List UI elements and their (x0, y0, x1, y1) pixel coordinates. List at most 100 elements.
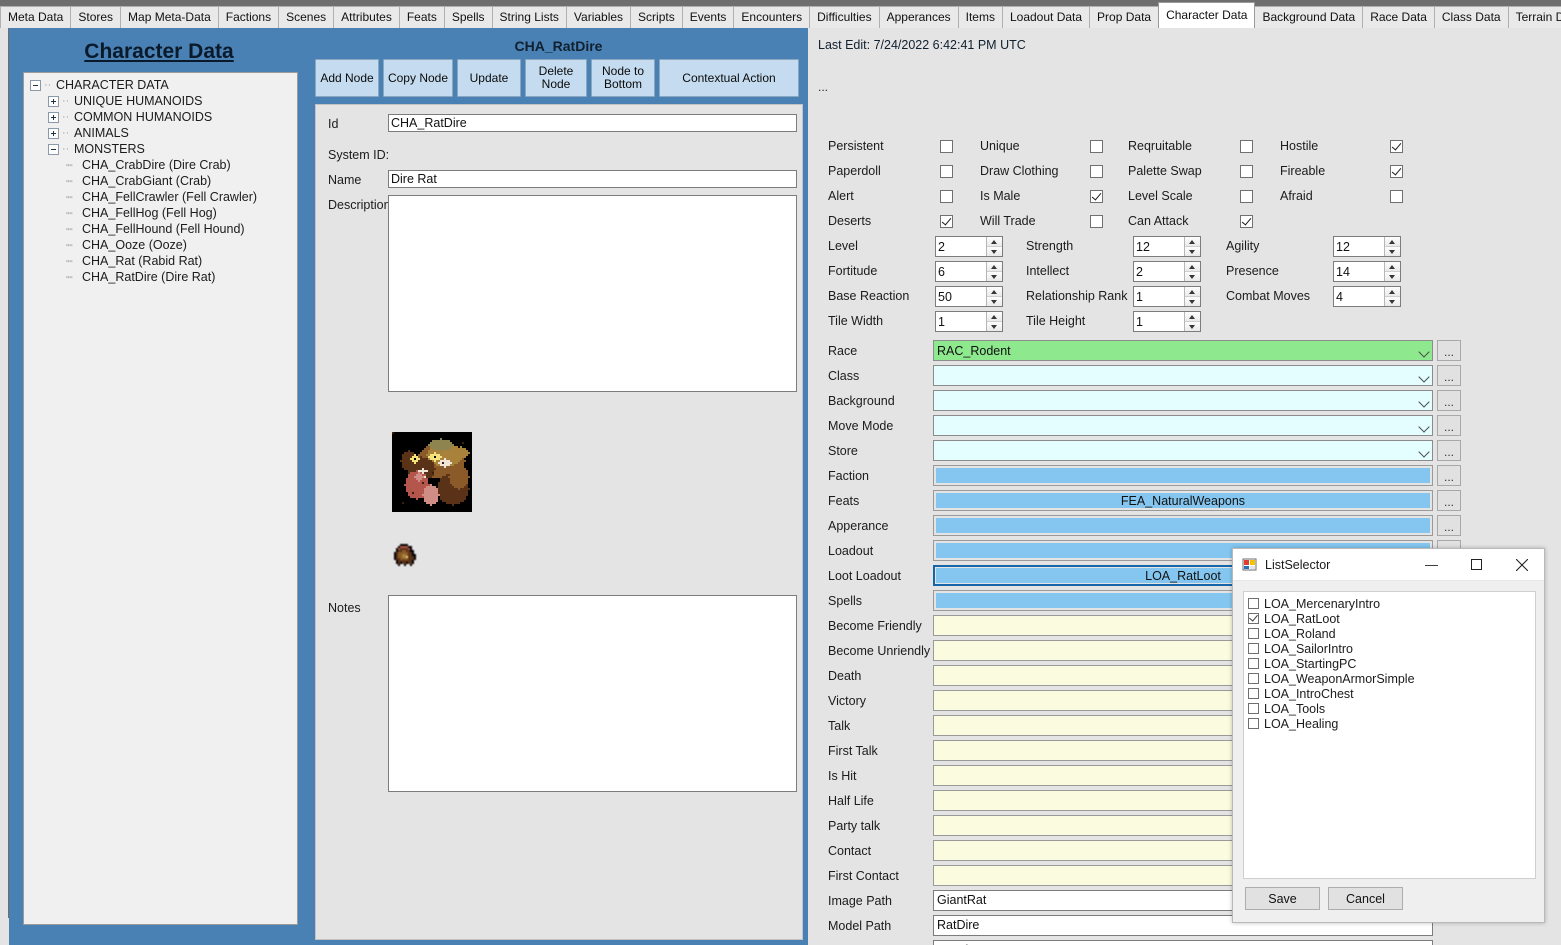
tab-loadout-data[interactable]: Loadout Data (1002, 6, 1090, 28)
tab-scenes[interactable]: Scenes (278, 6, 334, 28)
stat-input[interactable] (936, 237, 986, 256)
list-item-checkbox[interactable] (1248, 688, 1259, 699)
tab-variables[interactable]: Variables (566, 6, 631, 28)
description-textarea[interactable] (388, 195, 797, 392)
tree-leaf[interactable]: ┉CHA_FellCrawler (Fell Crawler) (24, 189, 297, 205)
stepper-arrows[interactable] (1184, 237, 1200, 256)
tab-apperances[interactable]: Apperances (879, 6, 959, 28)
list-item-checkbox[interactable] (1248, 598, 1259, 609)
browse-button-store[interactable]: ... (1437, 440, 1461, 461)
tab-prop-data[interactable]: Prop Data (1089, 6, 1159, 28)
stepper-down-icon[interactable] (987, 297, 1002, 306)
tab-string-lists[interactable]: String Lists (492, 6, 567, 28)
flag-checkbox-persistent[interactable] (940, 140, 953, 153)
list-item-checkbox[interactable] (1248, 613, 1259, 624)
stepper-down-icon[interactable] (1185, 247, 1200, 256)
tab-scripts[interactable]: Scripts (630, 6, 683, 28)
stat-input[interactable] (1334, 237, 1384, 256)
tab-background-data[interactable]: Background Data (1254, 6, 1363, 28)
tab-spells[interactable]: Spells (444, 6, 493, 28)
tab-feats[interactable]: Feats (399, 6, 445, 28)
delete-node-button[interactable]: Delete Node (525, 59, 587, 97)
loadout-checklist[interactable]: LOA_MercenaryIntroLOA_RatLootLOA_Roland L… (1243, 591, 1536, 879)
collapse-icon[interactable] (48, 144, 59, 155)
tab-race-data[interactable]: Race Data (1362, 6, 1435, 28)
list-item-checkbox[interactable] (1248, 673, 1259, 684)
dialog-titlebar[interactable]: ListSelector — (1233, 549, 1544, 581)
stat-input[interactable] (936, 312, 986, 331)
stepper-down-icon[interactable] (1385, 247, 1400, 256)
stepper-arrows[interactable] (1184, 262, 1200, 281)
stat-stepper-tile-width[interactable] (935, 311, 1003, 332)
list-item[interactable]: LOA_Tools (1248, 701, 1535, 716)
stepper-up-icon[interactable] (1185, 312, 1200, 322)
tab-stores[interactable]: Stores (70, 6, 121, 28)
stat-stepper-level[interactable] (935, 236, 1003, 257)
flag-checkbox-can-attack[interactable] (1240, 215, 1253, 228)
browse-button-faction[interactable]: ... (1437, 465, 1461, 486)
flag-checkbox-afraid[interactable] (1390, 190, 1403, 203)
path-input-portrait-path[interactable]: RatDire (933, 940, 1433, 945)
browse-button-move-mode[interactable]: ... (1437, 415, 1461, 436)
stepper-up-icon[interactable] (987, 312, 1002, 322)
tree-group[interactable]: ··COMMON HUMANOIDS (24, 109, 297, 125)
contextual-action-button[interactable]: Contextual Action (659, 59, 799, 97)
stepper-down-icon[interactable] (987, 247, 1002, 256)
tab-encounters[interactable]: Encounters (733, 6, 810, 28)
stat-stepper-intellect[interactable] (1133, 261, 1201, 282)
stepper-down-icon[interactable] (1185, 322, 1200, 331)
collapse-icon[interactable] (30, 80, 41, 91)
list-item[interactable]: LOA_MercenaryIntro (1248, 596, 1535, 611)
list-item[interactable]: LOA_Healing (1248, 716, 1535, 731)
tree-group[interactable]: ··ANIMALS (24, 125, 297, 141)
tab-events[interactable]: Events (682, 6, 735, 28)
stat-input[interactable] (936, 262, 986, 281)
close-icon[interactable] (1499, 549, 1544, 580)
stepper-up-icon[interactable] (987, 287, 1002, 297)
tree-group[interactable]: ··CHARACTER DATA (24, 77, 297, 93)
combo-class[interactable] (933, 365, 1433, 386)
tree-group[interactable]: ··MONSTERS (24, 141, 297, 157)
name-input[interactable] (388, 170, 797, 188)
tab-attributes[interactable]: Attributes (333, 6, 400, 28)
stepper-down-icon[interactable] (1185, 297, 1200, 306)
flag-checkbox-deserts[interactable] (940, 215, 953, 228)
stat-stepper-strength[interactable] (1133, 236, 1201, 257)
chevron-down-icon[interactable] (1420, 422, 1429, 431)
update-button[interactable]: Update (457, 59, 521, 97)
flag-checkbox-hostile[interactable] (1390, 140, 1403, 153)
cancel-button[interactable]: Cancel (1328, 887, 1403, 910)
list-field-feats[interactable]: FEA_NaturalWeapons (933, 490, 1433, 511)
stepper-arrows[interactable] (1384, 237, 1400, 256)
tab-factions[interactable]: Factions (218, 6, 279, 28)
stepper-up-icon[interactable] (987, 237, 1002, 247)
expand-icon[interactable] (48, 96, 59, 107)
tab-difficulties[interactable]: Difficulties (809, 6, 879, 28)
tab-character-data[interactable]: Character Data (1158, 2, 1255, 28)
browse-button-apperance[interactable]: ... (1437, 515, 1461, 536)
stepper-up-icon[interactable] (1385, 262, 1400, 272)
chevron-down-icon[interactable] (1420, 447, 1429, 456)
list-field-apperance[interactable] (933, 515, 1433, 536)
list-item[interactable]: LOA_RatLoot (1248, 611, 1535, 626)
tree-leaf[interactable]: ┉CHA_CrabGiant (Crab) (24, 173, 297, 189)
editor-toolbar[interactable]: Add NodeCopy NodeUpdateDelete NodeNode t… (315, 59, 803, 97)
stat-stepper-base-reaction[interactable] (935, 286, 1003, 307)
flag-checkbox-paperdoll[interactable] (940, 165, 953, 178)
tree-group[interactable]: ··UNIQUE HUMANOIDS (24, 93, 297, 109)
stat-input[interactable] (936, 287, 986, 306)
tab-items[interactable]: Items (958, 6, 1003, 28)
expand-icon[interactable] (48, 128, 59, 139)
flag-checkbox-fireable[interactable] (1390, 165, 1403, 178)
tab-map-meta-data[interactable]: Map Meta-Data (120, 6, 219, 28)
tree-leaf[interactable]: ┉CHA_Ooze (Ooze) (24, 237, 297, 253)
stat-stepper-combat-moves[interactable] (1333, 286, 1401, 307)
stat-stepper-presence[interactable] (1333, 261, 1401, 282)
stepper-arrows[interactable] (1384, 262, 1400, 281)
chevron-down-icon[interactable] (1420, 372, 1429, 381)
stepper-arrows[interactable] (986, 237, 1002, 256)
list-item[interactable]: LOA_Roland (1248, 626, 1535, 641)
list-item-checkbox[interactable] (1248, 658, 1259, 669)
flag-checkbox-unique[interactable] (1090, 140, 1103, 153)
combo-background[interactable] (933, 390, 1433, 411)
